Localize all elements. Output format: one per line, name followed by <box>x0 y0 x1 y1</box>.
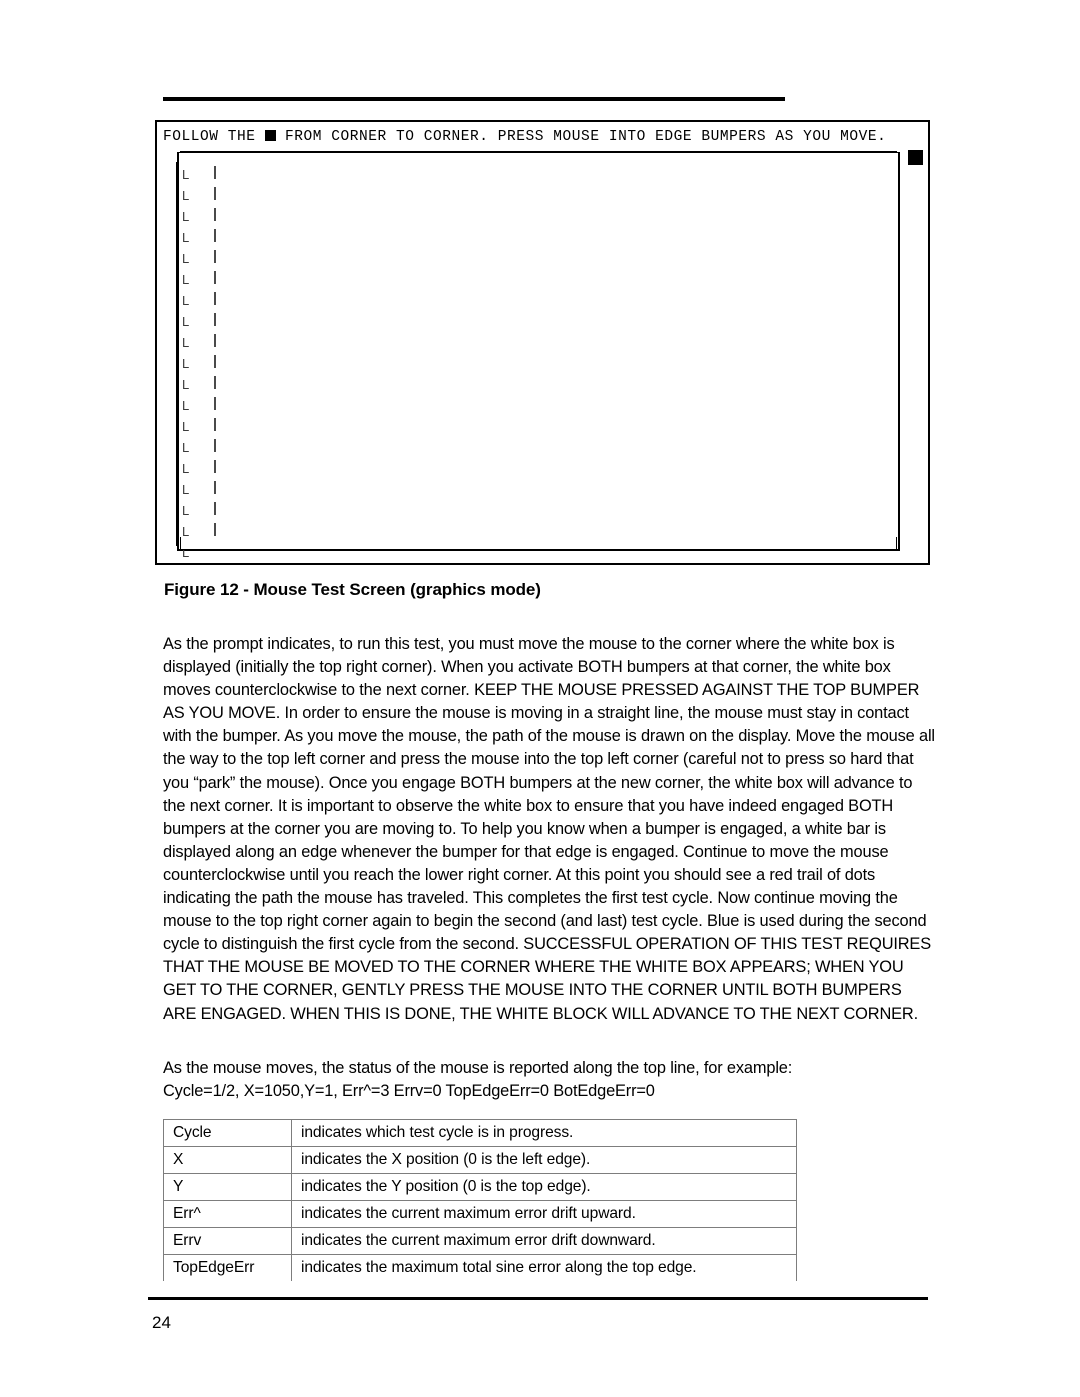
path-glyph: L <box>182 209 190 224</box>
prompt-prefix-text: FOLLOW THE <box>163 129 265 145</box>
term-cell: Cycle <box>163 1119 292 1147</box>
footer-rule <box>148 1297 928 1300</box>
path-glyph: L <box>182 398 190 413</box>
canvas-left-rule <box>176 162 178 546</box>
table-row: Cycle indicates which test cycle is in p… <box>163 1119 797 1147</box>
term-cell: X <box>163 1146 292 1174</box>
description-cell: indicates which test cycle is in progres… <box>291 1119 797 1147</box>
body-paragraph-main: As the prompt indicates, to run this tes… <box>163 635 935 1023</box>
white-box-cursor-icon <box>908 150 923 165</box>
path-glyph: L <box>182 335 190 350</box>
mouse-path-dashed-guide <box>214 166 216 544</box>
description-cell: indicates the current maximum error drif… <box>291 1227 797 1255</box>
status-intro-text: As the mouse moves, the status of the mo… <box>163 1059 793 1077</box>
path-glyph: L <box>182 503 190 518</box>
path-glyph: L <box>182 251 190 266</box>
table-row: TopEdgeErr indicates the maximum total s… <box>163 1254 797 1281</box>
path-glyph: L <box>182 440 190 455</box>
page-number: 24 <box>152 1313 171 1332</box>
term-cell: Err^ <box>163 1200 292 1228</box>
description-cell: indicates the current maximum error drif… <box>291 1200 797 1228</box>
figure-caption: Figure 12 - Mouse Test Screen (graphics … <box>164 580 541 599</box>
screen-prompt-line: FOLLOW THE FROM CORNER TO CORNER. PRESS … <box>163 126 924 148</box>
description-cell: indicates the Y position (0 is the top e… <box>291 1173 797 1201</box>
path-glyph: L <box>182 377 190 392</box>
description-cell: indicates the X position (0 is the left … <box>291 1146 797 1174</box>
path-glyph: L <box>182 482 190 497</box>
screen-drawing-canvas <box>177 152 900 551</box>
path-glyph: L <box>182 272 190 287</box>
definition-table: Cycle indicates which test cycle is in p… <box>163 1119 797 1281</box>
filled-square-icon <box>264 130 276 141</box>
path-glyph: L <box>182 461 190 476</box>
figure-mouse-test-screen: FOLLOW THE FROM CORNER TO CORNER. PRESS … <box>155 120 930 565</box>
prompt-suffix-text: FROM CORNER TO CORNER. PRESS MOUSE INTO … <box>275 129 887 145</box>
bottom-bumper-bar <box>180 537 897 550</box>
header-rule <box>163 97 785 101</box>
path-glyph: L <box>182 419 190 434</box>
path-glyph: L <box>182 314 190 329</box>
term-cell: Y <box>163 1173 292 1201</box>
description-cell: indicates the maximum total sine error a… <box>291 1254 797 1281</box>
path-glyph: L <box>182 230 190 245</box>
mouse-path-glyph-column: L L L L L L L L L L L L L L L L L L L <box>182 164 204 563</box>
table-row: Err^ indicates the current maximum error… <box>163 1200 797 1228</box>
table-row: Errv indicates the current maximum error… <box>163 1227 797 1255</box>
term-cell: Errv <box>163 1227 292 1255</box>
term-cell: TopEdgeErr <box>163 1254 292 1281</box>
table-row: Y indicates the Y position (0 is the top… <box>163 1173 797 1201</box>
definition-table-body: Cycle indicates which test cycle is in p… <box>163 1119 797 1281</box>
path-glyph: L <box>182 188 190 203</box>
body-paragraph-status: As the mouse moves, the status of the mo… <box>163 1057 935 1103</box>
path-glyph: L <box>182 356 190 371</box>
path-glyph: L <box>182 293 190 308</box>
status-example-line: Cycle=1/2, X=1050,Y=1, Err^=3 Errv=0 Top… <box>163 1082 655 1101</box>
path-glyph: L <box>182 167 190 182</box>
table-row: X indicates the X position (0 is the lef… <box>163 1146 797 1174</box>
